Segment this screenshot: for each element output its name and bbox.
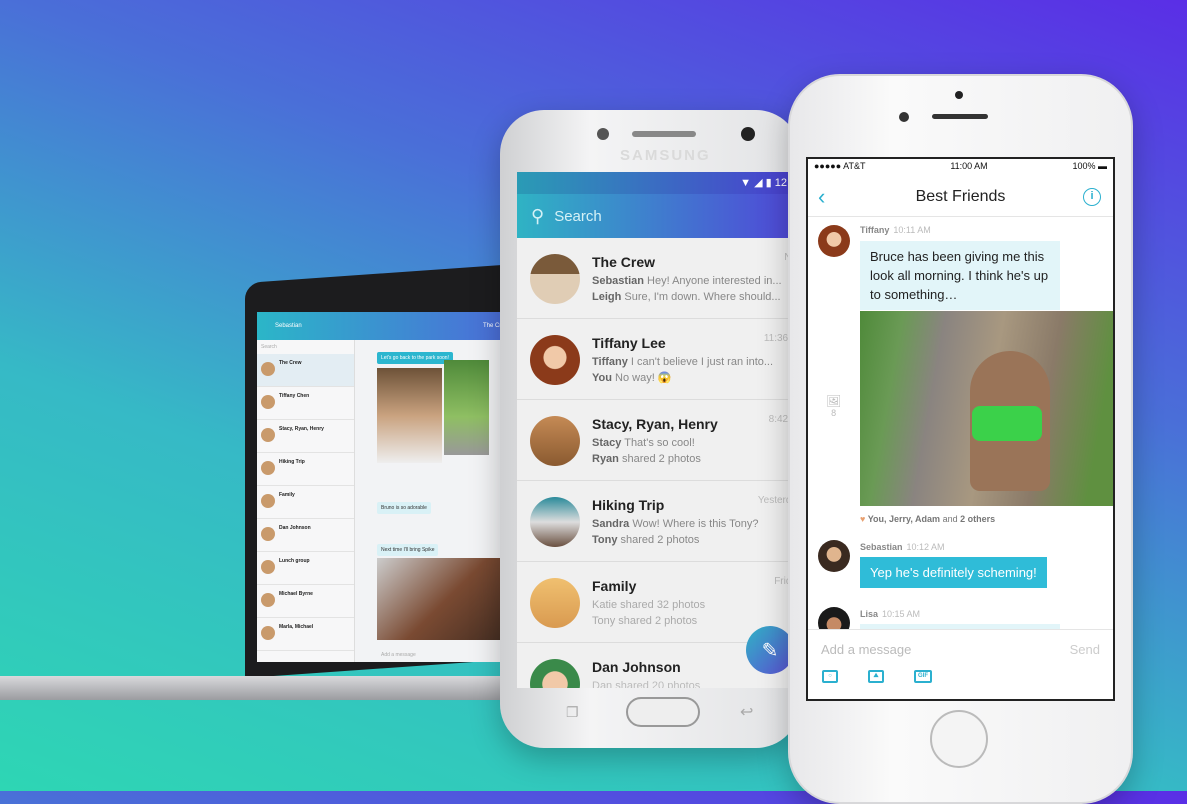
avatar: [530, 416, 580, 466]
laptop-header: Sebastian The Crew: [257, 312, 515, 340]
search-bar[interactable]: ⚲ Search: [517, 194, 793, 238]
laptop-chat: Let's go back to the park soon! Bruno is…: [357, 340, 515, 662]
info-icon[interactable]: i: [1083, 187, 1101, 206]
home-button[interactable]: [930, 710, 988, 768]
laptop-conversation[interactable]: Marla, Michael: [257, 618, 354, 651]
earpiece: [932, 114, 988, 119]
laptop-conversation[interactable]: Lunch group: [257, 552, 354, 585]
avatar: [818, 540, 850, 572]
laptop-conversation[interactable]: Michael Byrne: [257, 585, 354, 618]
laptop-message: Next time I'll bring Spike: [377, 544, 439, 556]
avatar: [530, 497, 580, 547]
chat-title: Best Friends: [915, 187, 1006, 205]
laptop-conversation[interactable]: Stacy, Ryan, Henry: [257, 420, 354, 453]
dog-photo: [377, 368, 442, 463]
conversation-item[interactable]: Stacy, Ryan, Henry Stacy That's so cool!…: [517, 400, 793, 481]
conversation-item[interactable]: Family Katie shared 32 photos Tony share…: [517, 562, 793, 643]
send-button[interactable]: Send: [1070, 642, 1100, 657]
speaker-grille: [632, 131, 696, 137]
likes[interactable]: ♥ You, Jerry, Adam and 2 others: [860, 514, 995, 524]
camera-icon[interactable]: ○: [822, 670, 838, 683]
search-icon: ⚲: [531, 205, 545, 226]
home-button[interactable]: [626, 697, 700, 727]
battery: 100% ▬: [1072, 161, 1107, 171]
laptop-message: Let's go back to the park soon!: [377, 352, 453, 364]
photo-count[interactable]: 🖼 8: [826, 394, 841, 418]
avatar: [530, 335, 580, 385]
sensor: [597, 128, 609, 140]
back-icon[interactable]: ↩: [740, 702, 753, 722]
laptop-conversation[interactable]: The Crew: [257, 354, 354, 387]
conversation-item[interactable]: Tiffany Lee Tiffany I can't believe I ju…: [517, 319, 793, 400]
laptop-base: [0, 676, 515, 700]
laptop-message-input[interactable]: Add a message: [361, 652, 416, 658]
back-chevron-icon[interactable]: ‹: [818, 184, 825, 210]
status-bar: ●●●●● AT&T 11:00 AM 100% ▬: [808, 159, 1113, 177]
iphone-screen: ●●●●● AT&T 11:00 AM 100% ▬ ‹ Best Friend…: [806, 157, 1115, 701]
laptop-conversation[interactable]: Dan Johnson: [257, 519, 354, 552]
laptop-user: Sebastian: [275, 323, 302, 329]
carrier: ●●●●● AT&T: [814, 161, 866, 171]
search-input[interactable]: Search: [554, 208, 602, 225]
message-header: Sebastian 10:12 AM: [860, 542, 945, 552]
dog-photo[interactable]: [860, 311, 1113, 506]
recent-apps-icon[interactable]: ❐: [566, 704, 579, 721]
status-bar: ▼ ◢ ▮ 12: [517, 172, 793, 194]
message-header: Lisa 10:15 AM: [860, 609, 921, 619]
avatar: [530, 659, 580, 688]
composer: Add a message Send ○ ⛰ GIF: [808, 629, 1113, 699]
laptop-conversation-list: Search The Crew Tiffany Chen Stacy, Ryan…: [257, 340, 355, 662]
message-header: Tiffany 10:11 AM: [860, 225, 931, 235]
pencil-icon: ✎: [761, 639, 779, 662]
conversation-item[interactable]: The Crew Sebastian Hey! Anyone intereste…: [517, 238, 793, 319]
sensor: [899, 112, 909, 122]
avatar: [530, 578, 580, 628]
nav-bar: ‹ Best Friends i: [808, 177, 1113, 217]
laptop-conversation[interactable]: Family: [257, 486, 354, 519]
avatar: [530, 254, 580, 304]
front-camera: [955, 91, 963, 99]
brand-logo: SAMSUNG: [620, 147, 711, 164]
conversation-item[interactable]: Hiking Trip Sandra Wow! Where is this To…: [517, 481, 793, 562]
message-bubble: Bruce has been giving me this look all m…: [860, 241, 1060, 310]
message-bubble: Yep he's definitely scheming!: [860, 557, 1047, 588]
image-icon[interactable]: ⛰: [868, 670, 884, 683]
laptop-search[interactable]: Search: [257, 340, 354, 354]
laptop-message: Bruno is so adorable: [377, 502, 431, 514]
message-input[interactable]: Add a message: [821, 642, 911, 657]
park-photo: [444, 360, 489, 455]
laptop-conversation[interactable]: Hiking Trip: [257, 453, 354, 486]
front-camera: [741, 127, 755, 141]
dog-photo: [377, 558, 515, 640]
avatar: [818, 225, 850, 257]
compose-button[interactable]: ✎: [746, 626, 794, 674]
laptop-screen: Sebastian The Crew Search The Crew Tiffa…: [257, 312, 515, 662]
status-time: 11:00 AM: [950, 161, 988, 171]
laptop-conversation[interactable]: Tiffany Chen: [257, 387, 354, 420]
gif-icon[interactable]: GIF: [914, 670, 932, 683]
android-screen: ▼ ◢ ▮ 12 ⚲ Search The Crew Sebastian Hey…: [517, 172, 793, 688]
